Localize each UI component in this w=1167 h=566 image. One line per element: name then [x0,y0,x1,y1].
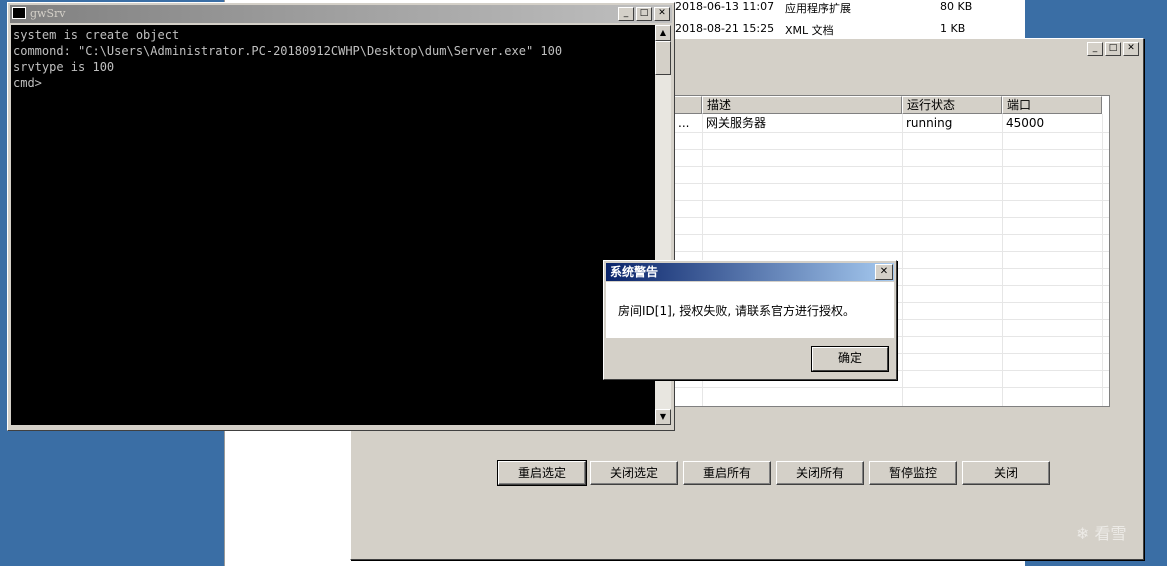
file-date: 2018-06-13 11:07 [675,0,775,13]
cell-port: 45000 [1006,116,1045,130]
close-icon[interactable]: ✕ [1123,42,1139,56]
file-date: 2018-08-21 15:25 [675,22,775,35]
restart-selected-button[interactable]: 重启选定 [497,460,587,486]
console-icon [12,7,26,19]
dialog-title: 系统警告 [606,263,894,281]
ok-button[interactable]: 确定 [811,346,889,372]
column-header-name[interactable] [674,96,702,114]
console-line: system is create object [13,28,180,42]
scroll-thumb[interactable] [655,41,671,75]
maximize-icon[interactable]: □ [1105,42,1121,56]
console-line: srvtype is 100 [13,60,115,74]
file-size: 1 KB [940,22,966,35]
system-warning-dialog: 系统警告 ✕ 房间ID[1], 授权失败, 请联系官方进行授权。 确定 [603,260,897,380]
file-type: XML 文档 [785,24,834,37]
scroll-up-icon[interactable]: ▲ [655,25,671,41]
cell-desc: 网关服务器 [706,116,767,130]
file-size: 80 KB [940,0,973,13]
pause-monitor-button[interactable]: 暂停监控 [869,461,957,485]
close-all-button[interactable]: 关闭所有 [776,461,864,485]
console-window-controls: _ □ ✕ [618,7,670,21]
cell-name: ... [678,116,690,130]
cell-status: running [906,116,953,130]
dialog-message: 房间ID[1], 授权失败, 请联系官方进行授权。 [618,304,856,318]
minimize-icon[interactable]: _ [618,7,634,21]
console-output[interactable]: system is create object commond: "C:\User… [11,25,655,425]
scroll-down-icon[interactable]: ▼ [655,409,671,425]
close-icon[interactable]: ✕ [875,264,893,280]
console-prompt: cmd> [13,76,42,90]
dialog-body: 房间ID[1], 授权失败, 请联系官方进行授权。 [606,282,894,338]
minimize-icon[interactable]: _ [1087,42,1103,56]
maximize-icon[interactable]: □ [636,7,652,21]
watermark-text: 看雪 [1094,524,1127,543]
restart-all-button[interactable]: 重启所有 [683,461,771,485]
close-selected-button[interactable]: 关闭选定 [590,461,678,485]
column-header-desc[interactable]: 描述 [702,96,902,114]
console-line: commond: "C:\Users\Administrator.PC-2018… [13,44,563,58]
file-type: 应用程序扩展 [785,2,851,15]
watermark: ❄ 看雪 [1076,524,1127,543]
close-icon[interactable]: ✕ [654,7,670,21]
column-header-status[interactable]: 运行状态 [902,96,1002,114]
column-header-port[interactable]: 端口 [1002,96,1102,114]
window-controls: _ □ ✕ [1087,42,1139,56]
console-title: gwSrv [10,5,672,23]
close-button[interactable]: 关闭 [962,461,1050,485]
console-window: gwSrv _ □ ✕ system is create object commo… [7,2,675,431]
